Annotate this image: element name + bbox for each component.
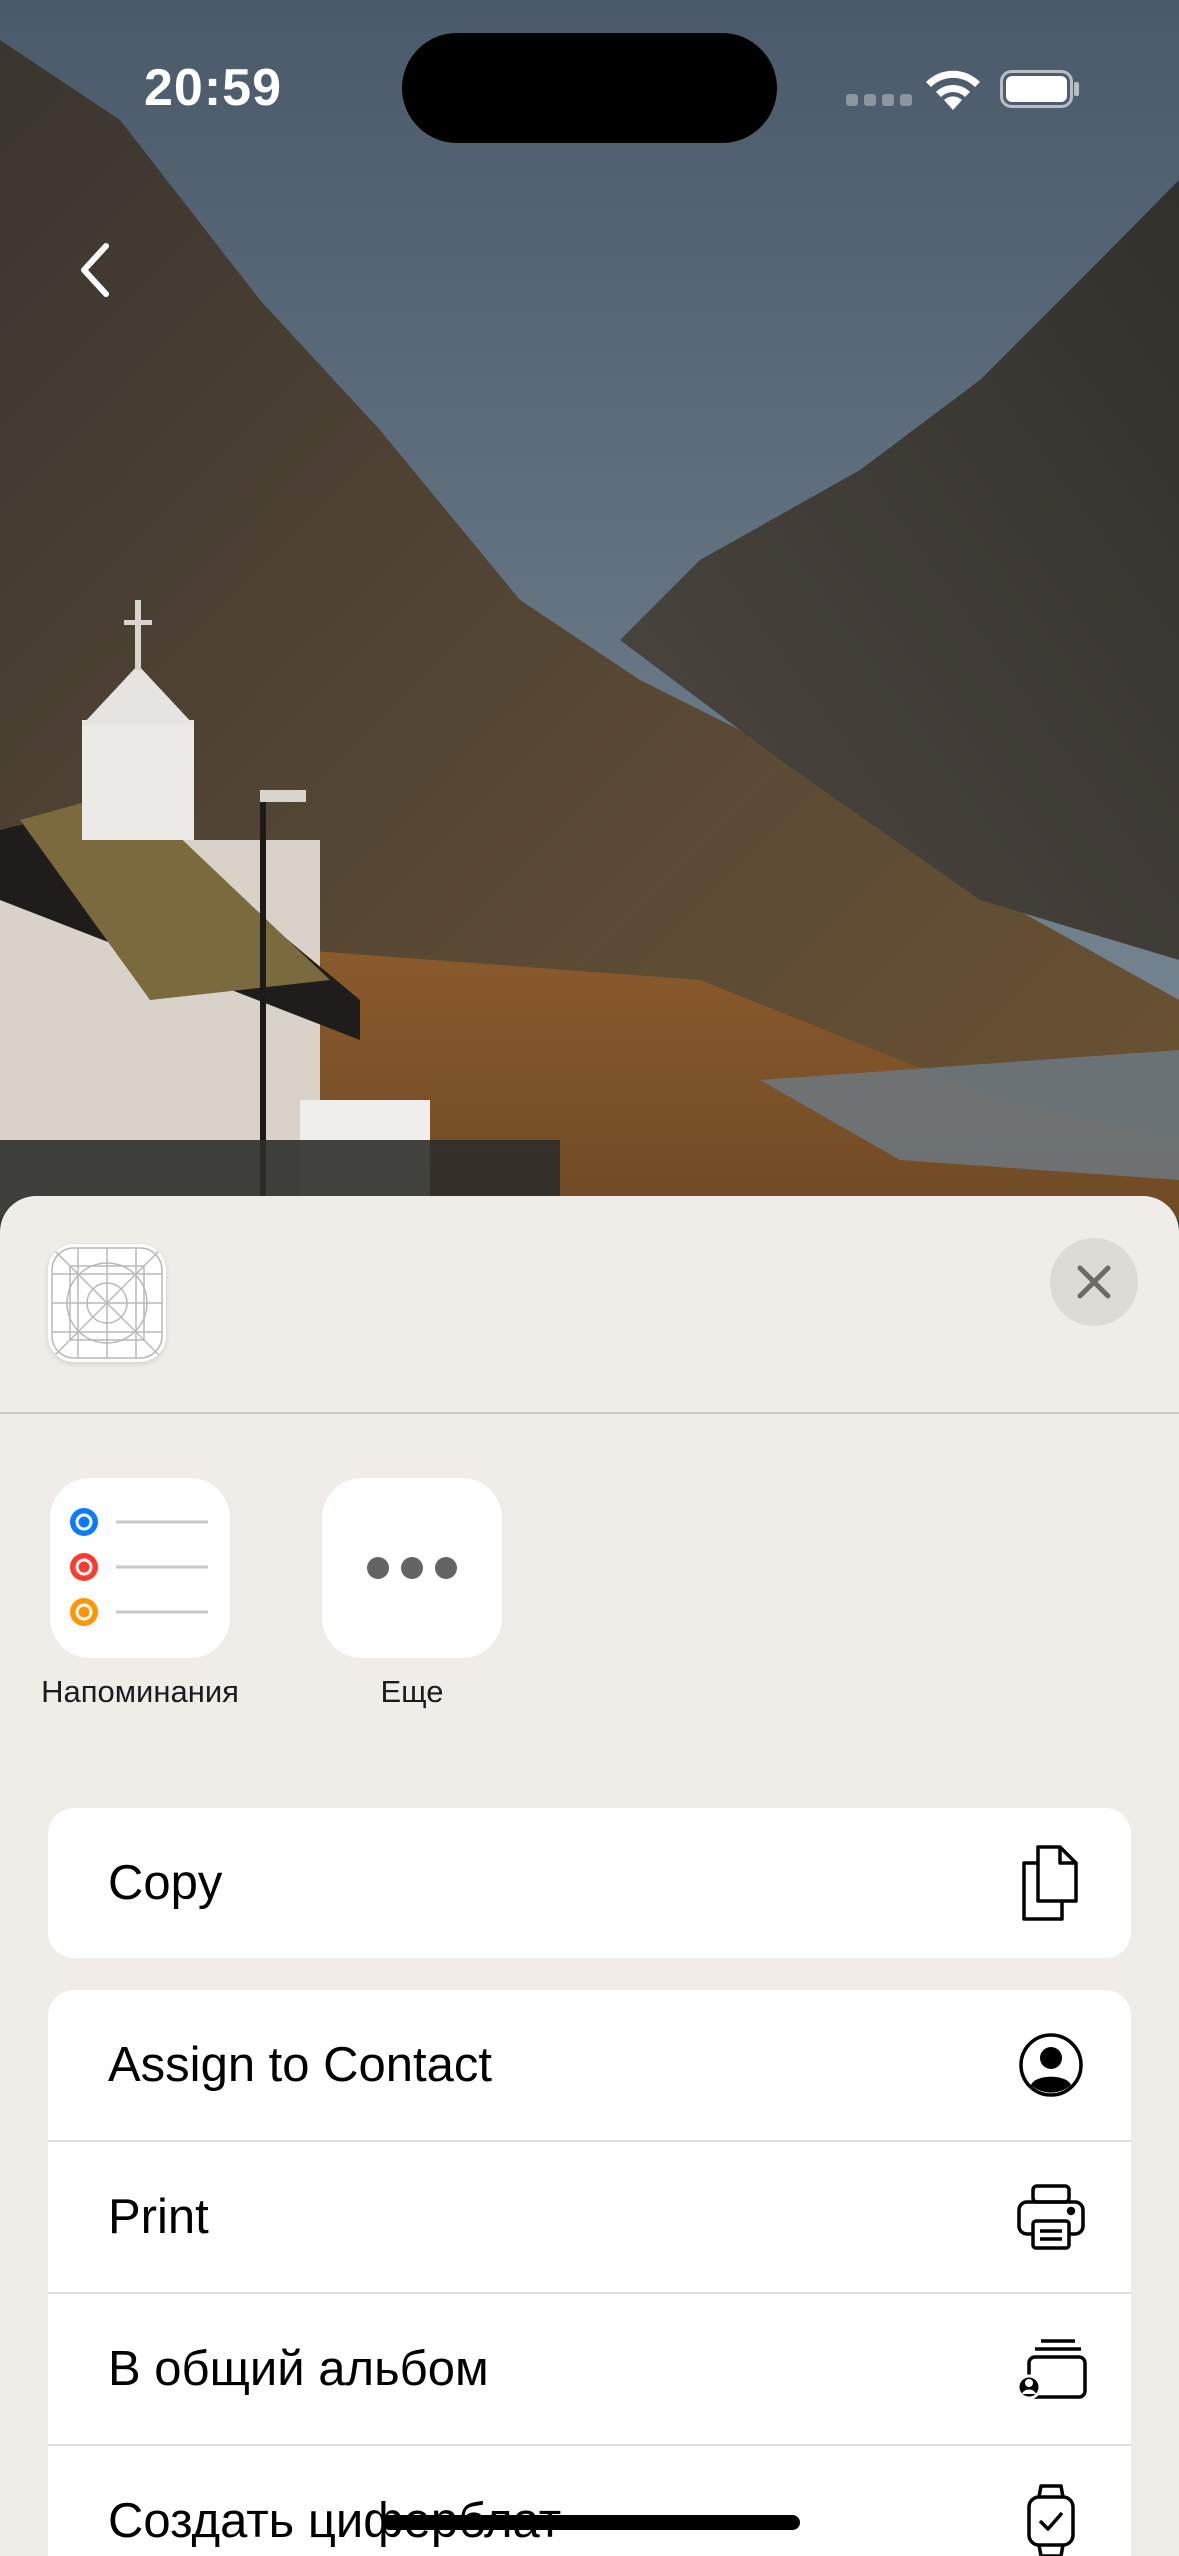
person-circle-icon [1015,2025,1087,2105]
chevron-left-icon [81,243,109,297]
xmark-icon [1077,1265,1111,1299]
action-label: В общий альбом [108,2342,489,2396]
shared-album-action[interactable]: В общий альбом [48,2292,1131,2444]
cellular-signal-icon [846,94,912,106]
action-label: Assign to Contact [108,2038,493,2092]
action-label: Copy [108,1856,223,1910]
print-action[interactable]: Print [48,2140,1131,2292]
header-divider [0,1412,1179,1414]
shared-album-icon [1015,2329,1087,2409]
action-label: Print [108,2190,209,2244]
share-apps-row: Напоминания Еще [0,1478,1179,1709]
back-button[interactable] [60,230,130,310]
home-indicator[interactable] [382,2515,800,2530]
battery-icon [1000,70,1079,108]
share-sheet-header [0,1196,1179,1412]
copy-action[interactable]: Copy [48,1808,1131,1958]
app-label: Напоминания [41,1674,239,1709]
app-label: Еще [380,1674,444,1709]
app-reminders[interactable]: Напоминания [20,1478,260,1710]
reminders-app-icon [50,1478,230,1658]
close-button[interactable] [1050,1238,1138,1326]
watch-face-icon [1015,2481,1087,2556]
printer-icon [1015,2177,1087,2257]
assign-to-contact-action[interactable]: Assign to Contact [48,1990,1131,2140]
action-group-primary: Copy [48,1808,1131,1958]
more-ellipsis-icon [322,1478,502,1658]
app-more[interactable]: Еще [292,1478,532,1710]
create-watch-face-action[interactable]: Создать циферблат [48,2444,1131,2556]
share-sheet: Напоминания Еще Copy Assign to Contact P… [0,1196,1179,2556]
dynamic-island [402,33,777,143]
background-photo [0,0,1179,1220]
shared-item-thumbnail [48,1244,166,1362]
status-time: 20:59 [144,59,282,117]
wifi-icon [926,70,980,110]
action-group-secondary: Assign to Contact Print В общий альбом С… [48,1990,1131,2556]
copy-document-icon [1015,1843,1087,1923]
